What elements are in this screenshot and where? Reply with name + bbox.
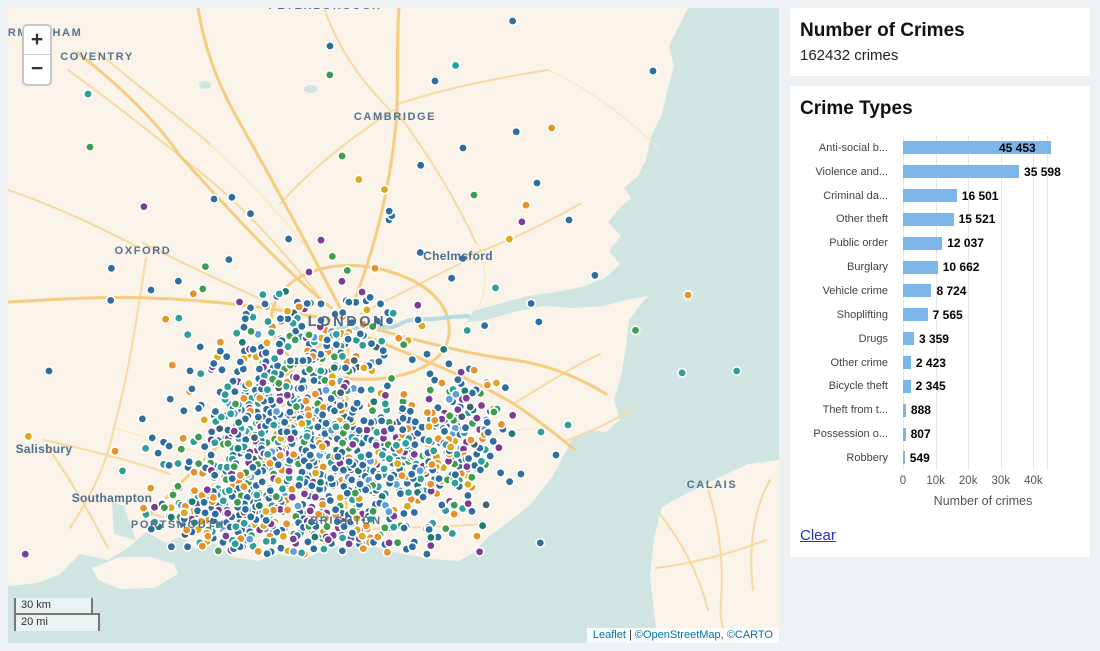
chart-bar[interactable] — [903, 189, 957, 202]
x-axis-tick-label: 20k — [959, 475, 978, 487]
chart-bar[interactable] — [903, 380, 911, 393]
chart-category-label: Theft from t... — [800, 404, 898, 416]
chart-value-label: 8 724 — [936, 284, 966, 298]
chart-bar[interactable] — [903, 213, 954, 226]
chart-bar-row: Violence and... 35 598 — [800, 160, 1080, 184]
carto-link[interactable]: ©CARTO — [727, 629, 773, 641]
crime-markers-layer[interactable] — [8, 8, 779, 643]
clear-button[interactable]: Clear — [800, 527, 836, 544]
crimes-panel-title: Number of Crimes — [800, 20, 1080, 42]
crime-types-title: Crime Types — [800, 98, 1080, 120]
sidebar: Number of Crimes 162432 crimes Crime Typ… — [790, 8, 1090, 557]
chart-value-label: 888 — [911, 403, 931, 417]
chart-bar-row: Anti-social b... 45 453 — [800, 136, 1080, 160]
chart-value-label: 45 453 — [999, 141, 1036, 155]
chart-value-label: 2 423 — [916, 356, 946, 370]
chart-bar[interactable] — [903, 237, 942, 250]
chart-bar[interactable] — [903, 428, 906, 441]
chart-category-label: Anti-social b... — [800, 142, 898, 154]
chart-value-label: 3 359 — [919, 332, 949, 346]
map-attribution: Leaflet | ©OpenStreetMap, ©CARTO — [587, 628, 779, 643]
crime-types-chart[interactable]: Anti-social b... 45 453 Violence and... 35 … — [800, 136, 1080, 470]
chart-bar[interactable] — [903, 308, 928, 321]
chart-bar-row: Burglary 10 662 — [800, 255, 1080, 279]
x-axis-tick-label: 30k — [992, 475, 1011, 487]
zoom-in-button[interactable]: + — [24, 26, 50, 55]
chart-value-label: 15 521 — [959, 212, 996, 226]
chart-category-label: Drugs — [800, 333, 898, 345]
x-axis-title: Number of crimes — [934, 494, 1033, 508]
chart-bar[interactable] — [903, 404, 906, 417]
chart-value-label: 7 565 — [933, 308, 963, 322]
x-axis-tick-label: 10k — [926, 475, 945, 487]
chart-category-label: Shoplifting — [800, 309, 898, 321]
chart-category-label: Vehicle crime — [800, 285, 898, 297]
chart-value-label: 16 501 — [962, 189, 999, 203]
chart-category-label: Possession o... — [800, 428, 898, 440]
chart-bar-row: Possession o... 807 — [800, 422, 1080, 446]
x-axis-tick-label: 40k — [1024, 475, 1043, 487]
chart-bar[interactable] — [903, 165, 1019, 178]
chart-bar[interactable] — [903, 332, 914, 345]
chart-category-label: Violence and... — [800, 166, 898, 178]
map[interactable]: PETERBOROUGHBIRMINGHAMCOVENTRYCAMBRIDGEO… — [8, 8, 779, 643]
chart-bar-row: Other crime 2 423 — [800, 351, 1080, 375]
chart-bar-row: Public order 12 037 — [800, 231, 1080, 255]
chart-bar[interactable] — [903, 356, 911, 369]
chart-bar[interactable] — [903, 284, 931, 297]
chart-bar-row: Robbery 549 — [800, 446, 1080, 470]
scale-mi: 20 mi — [14, 613, 100, 631]
zoom-out-button[interactable]: − — [24, 55, 50, 84]
chart-bar[interactable] — [903, 261, 938, 274]
chart-value-label: 10 662 — [943, 260, 980, 274]
number-of-crimes-panel: Number of Crimes 162432 crimes — [790, 8, 1090, 76]
chart-value-label: 12 037 — [947, 236, 984, 250]
chart-category-label: Public order — [800, 237, 898, 249]
scale-control: 30 km 20 mi — [14, 598, 100, 632]
crime-types-panel: Crime Types Anti-social b... 45 453 Violen… — [790, 86, 1090, 557]
chart-value-label: 35 598 — [1024, 165, 1061, 179]
leaflet-link[interactable]: Leaflet — [593, 629, 626, 641]
zoom-control: + − — [22, 24, 52, 86]
chart-category-label: Robbery — [800, 452, 898, 464]
chart-category-label: Other crime — [800, 357, 898, 369]
chart-bar-row: Other theft 15 521 — [800, 208, 1080, 232]
attribution-separator: | — [626, 629, 635, 641]
chart-bar[interactable] — [903, 451, 905, 464]
chart-category-label: Burglary — [800, 261, 898, 273]
chart-bar-row: Criminal da... 16 501 — [800, 184, 1080, 208]
chart-value-label: 2 345 — [916, 379, 946, 393]
chart-bar-row: Theft from t... 888 — [800, 398, 1080, 422]
crimes-count: 162432 crimes — [800, 47, 1080, 64]
chart-bar-row: Vehicle crime 8 724 — [800, 279, 1080, 303]
chart-bar-row: Drugs 3 359 — [800, 327, 1080, 351]
chart-bar-row: Bicycle theft 2 345 — [800, 374, 1080, 398]
chart-category-label: Bicycle theft — [800, 380, 898, 392]
x-axis-tick-label: 0 — [900, 475, 906, 487]
chart-bar-row: Shoplifting 7 565 — [800, 303, 1080, 327]
chart-category-label: Criminal da... — [800, 190, 898, 202]
chart-category-label: Other theft — [800, 213, 898, 225]
openstreetmap-link[interactable]: ©OpenStreetMap — [635, 629, 721, 641]
chart-value-label: 549 — [910, 451, 930, 465]
chart-value-label: 807 — [911, 427, 931, 441]
chart-x-axis: Number of crimes 0 10k 20k 30k 40k — [800, 473, 1080, 517]
